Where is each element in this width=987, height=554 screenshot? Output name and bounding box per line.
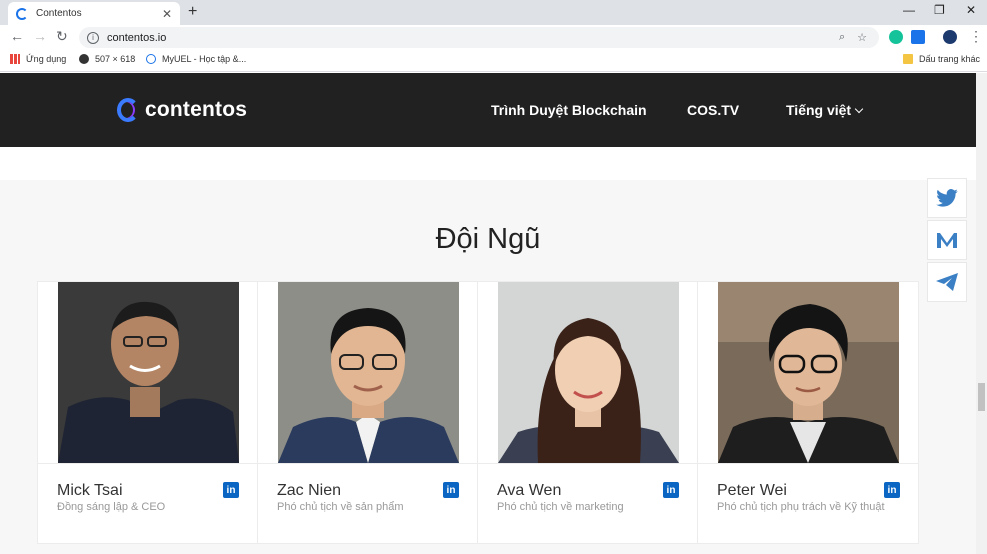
forward-icon[interactable]: → bbox=[33, 28, 47, 44]
team-member-role: Phó chủ tịch về sản phẩm bbox=[277, 501, 404, 513]
bookmark-size[interactable]: 507 × 618 bbox=[79, 54, 135, 64]
menu-icon[interactable]: ⋮ bbox=[969, 28, 983, 45]
nav-language-select[interactable]: Tiếng việt bbox=[786, 102, 864, 118]
other-bookmarks-label: Dấu trang khác bbox=[919, 54, 981, 64]
grammarly-extension-icon[interactable] bbox=[889, 30, 903, 44]
team-card: Zac Nien Phó chủ tịch về sản phẩm in bbox=[258, 282, 478, 543]
team-member-role: Đồng sáng lập & CEO bbox=[57, 501, 166, 513]
profile-avatar[interactable] bbox=[943, 30, 957, 44]
download-extension-icon[interactable] bbox=[911, 30, 925, 44]
bookmark-label: Ứng dụng bbox=[26, 54, 67, 64]
card-divider bbox=[698, 463, 918, 464]
bookmark-label: 507 × 618 bbox=[95, 54, 136, 64]
linkedin-icon[interactable]: in bbox=[884, 482, 900, 498]
medium-icon bbox=[937, 233, 957, 248]
chevron-down-icon bbox=[854, 104, 864, 114]
bookmarks-bar: Ứng dụng 507 × 618 MyUEL - Học tập &... … bbox=[0, 50, 987, 72]
tab-title: Contentos bbox=[36, 8, 82, 19]
close-window-icon[interactable]: ✕ bbox=[966, 3, 976, 17]
bookmark-apps[interactable]: Ứng dụng bbox=[10, 54, 66, 64]
folder-icon bbox=[903, 54, 913, 64]
team-photo bbox=[498, 282, 679, 463]
contentos-favicon-icon bbox=[16, 7, 28, 20]
page-viewport: contentos Trình Duyệt Blockchain COS.TV … bbox=[0, 73, 976, 554]
section-title: Đội Ngũ bbox=[435, 223, 541, 255]
twitter-icon bbox=[936, 189, 958, 207]
browser-tab[interactable]: Contentos ✕ bbox=[8, 2, 180, 25]
linkedin-icon[interactable]: in bbox=[663, 482, 679, 498]
team-member-name: Mick Tsai bbox=[57, 482, 123, 499]
back-icon[interactable]: ← bbox=[10, 28, 24, 44]
close-tab-icon[interactable]: ✕ bbox=[162, 7, 172, 21]
bookmark-star-icon[interactable]: ☆ bbox=[857, 31, 867, 44]
team-member-name: Zac Nien bbox=[277, 482, 342, 499]
minimize-icon[interactable]: — bbox=[903, 3, 915, 17]
team-member-name: Ava Wen bbox=[497, 482, 562, 499]
team-member-role: Phó chủ tịch phụ trách về Kỹ thuật bbox=[717, 501, 885, 513]
site-header: contentos Trình Duyệt Blockchain COS.TV … bbox=[0, 73, 976, 147]
reload-icon[interactable]: ↻ bbox=[56, 28, 68, 45]
linkedin-icon[interactable]: in bbox=[443, 482, 459, 498]
team-card: Mick Tsai Đồng sáng lập & CEO in bbox=[38, 282, 258, 543]
team-member-name: Peter Wei bbox=[717, 482, 787, 499]
twitter-button[interactable] bbox=[927, 178, 967, 218]
site-logo[interactable]: contentos bbox=[117, 98, 247, 122]
team-card: Ava Wen Phó chủ tịch về marketing in bbox=[478, 282, 698, 543]
contentos-logo-icon bbox=[117, 98, 139, 122]
bookmark-myuel[interactable]: MyUEL - Học tập &... bbox=[146, 54, 246, 64]
team-member-role: Phó chủ tịch về marketing bbox=[497, 501, 624, 513]
nav-cos-tv[interactable]: COS.TV bbox=[687, 102, 739, 118]
page-scrollbar[interactable] bbox=[976, 73, 987, 554]
globe-icon bbox=[79, 54, 89, 64]
card-divider bbox=[258, 463, 477, 464]
section-spacer bbox=[0, 147, 976, 180]
apps-grid-icon bbox=[10, 54, 20, 64]
card-divider bbox=[478, 463, 697, 464]
team-photo bbox=[718, 282, 899, 463]
other-bookmarks[interactable]: Dấu trang khác bbox=[903, 54, 980, 64]
card-divider bbox=[38, 463, 257, 464]
zoom-icon[interactable]: ⌕ bbox=[839, 31, 845, 44]
team-grid: Mick Tsai Đồng sáng lập & CEO in Zac Nie… bbox=[37, 281, 919, 544]
brand-name: contentos bbox=[145, 98, 248, 121]
restore-icon[interactable]: ❐ bbox=[934, 3, 945, 17]
team-photo bbox=[58, 282, 239, 463]
nav-blockchain-explorer[interactable]: Trình Duyệt Blockchain bbox=[491, 102, 647, 118]
bookmark-label: MyUEL - Học tập &... bbox=[162, 54, 247, 64]
team-photo bbox=[278, 282, 459, 463]
linkedin-icon[interactable]: in bbox=[223, 482, 239, 498]
medium-button[interactable] bbox=[927, 220, 967, 260]
new-tab-icon[interactable]: + bbox=[188, 3, 197, 21]
site-info-icon[interactable]: i bbox=[87, 31, 99, 44]
scrollbar-thumb[interactable] bbox=[978, 383, 985, 411]
address-bar[interactable]: i contentos.io ⌕ ☆ bbox=[79, 27, 879, 48]
url-text[interactable]: contentos.io bbox=[107, 32, 839, 44]
telegram-icon bbox=[936, 273, 958, 291]
myuel-icon bbox=[146, 54, 156, 64]
browser-tab-strip: Contentos ✕ + — ❐ ✕ bbox=[0, 0, 987, 25]
language-label: Tiếng việt bbox=[786, 102, 852, 118]
team-card: Peter Wei Phó chủ tịch phụ trách về Kỹ t… bbox=[698, 282, 918, 543]
browser-toolbar: ← → ↻ i contentos.io ⌕ ☆ ⋮ bbox=[0, 25, 987, 50]
telegram-button[interactable] bbox=[927, 262, 967, 302]
